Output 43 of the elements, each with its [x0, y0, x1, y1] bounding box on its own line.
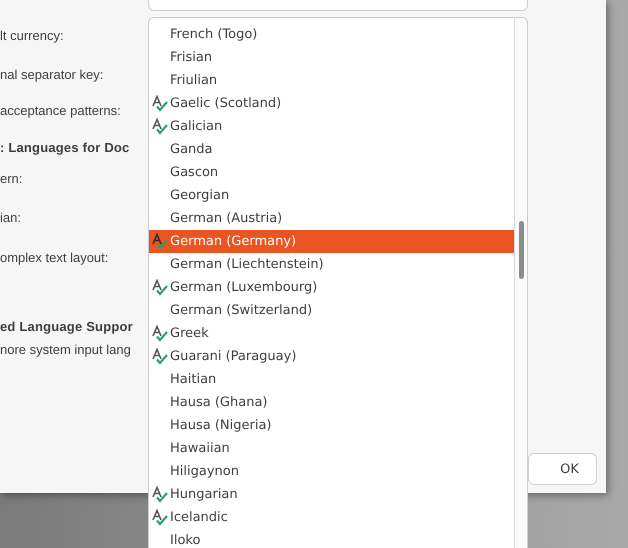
field-label: nal separator key: — [0, 67, 104, 84]
scrollbar[interactable] — [514, 18, 527, 548]
field-label: omplex text layout: — [0, 250, 108, 267]
language-option[interactable]: Haitian — [149, 368, 515, 391]
spellcheck-icon — [151, 118, 168, 135]
field-label: nore system input lang — [0, 342, 131, 359]
language-option[interactable]: Gascon — [149, 161, 515, 184]
language-option[interactable]: German (Switzerland) — [149, 299, 515, 322]
language-option[interactable]: Guarani (Paraguay) — [149, 345, 515, 368]
language-option[interactable]: Iloko — [149, 529, 515, 548]
language-option[interactable]: French (Togo) — [149, 23, 515, 46]
language-option[interactable]: German (Austria) — [149, 207, 515, 230]
language-option[interactable]: Ganda — [149, 138, 515, 161]
spellcheck-icon — [151, 348, 168, 365]
language-option[interactable]: Hausa (Ghana) — [149, 391, 515, 414]
language-option[interactable]: Gaelic (Scotland) — [149, 92, 515, 115]
language-option[interactable]: Friulian — [149, 69, 515, 92]
scrollbar-thumb[interactable] — [519, 221, 524, 279]
language-option[interactable]: Hausa (Nigeria) — [149, 414, 515, 437]
language-option[interactable]: German (Germany) — [149, 230, 515, 253]
language-option[interactable]: Hungarian — [149, 483, 515, 506]
spellcheck-icon — [151, 509, 168, 526]
field-label: acceptance patterns: — [0, 103, 121, 120]
language-option[interactable]: Georgian — [149, 184, 515, 207]
spellcheck-icon — [151, 279, 168, 296]
spellcheck-icon — [151, 233, 168, 250]
section-heading: : Languages for Doc — [0, 140, 130, 157]
spellcheck-icon — [151, 95, 168, 112]
language-option[interactable]: Frisian — [149, 46, 515, 69]
language-option[interactable]: Hawaiian — [149, 437, 515, 460]
field-label: lt currency: — [0, 28, 64, 45]
language-option[interactable]: Greek — [149, 322, 515, 345]
language-option[interactable]: German (Luxembourg) — [149, 276, 515, 299]
language-option[interactable]: Icelandic — [149, 506, 515, 529]
field-label: ern: — [0, 171, 22, 188]
spellcheck-icon — [151, 325, 168, 342]
field-label: ian: — [0, 210, 21, 227]
language-option[interactable]: German (Liechtenstein) — [149, 253, 515, 276]
language-option[interactable]: Hiligaynon — [149, 460, 515, 483]
ok-button[interactable]: OK — [528, 453, 597, 485]
section-heading: ed Language Suppor — [0, 319, 133, 336]
language-option[interactable]: Galician — [149, 115, 515, 138]
spellcheck-icon — [151, 486, 168, 503]
